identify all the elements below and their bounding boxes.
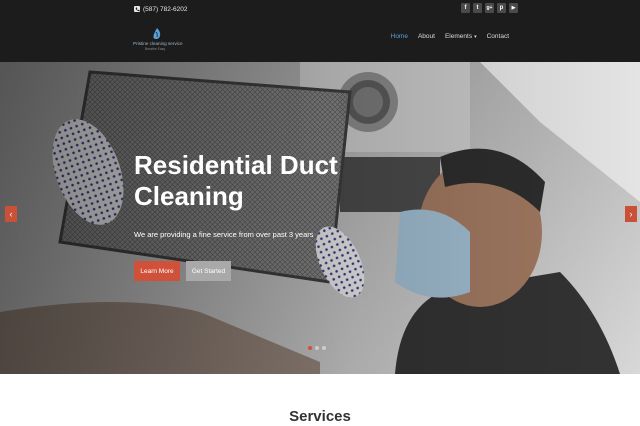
hero-subtitle: We are providing a fine service from ove… [134, 230, 314, 239]
hero-background-image [0, 62, 640, 374]
phone-number[interactable]: (587) 782-6202 [143, 6, 187, 13]
get-started-button[interactable]: Get Started [186, 261, 231, 281]
slider-dot[interactable] [308, 346, 312, 350]
facebook-icon[interactable]: f [461, 3, 470, 13]
nav-contact[interactable]: Contact [487, 33, 509, 40]
site-logo[interactable]: Pristine cleaning service Breathe Easy [133, 28, 183, 54]
top-bar: (587) 782-6202 f t g+ p ▶ [0, 0, 640, 18]
services-heading: Services [289, 408, 351, 425]
youtube-icon[interactable]: ▶ [509, 3, 518, 13]
slider-dot[interactable] [315, 346, 319, 350]
main-nav: Home About Elements ▾ Contact [391, 33, 509, 40]
slider-dot[interactable] [322, 346, 326, 350]
chevron-down-icon: ▾ [474, 33, 477, 40]
site-header: Pristine cleaning service Breathe Easy H… [0, 18, 640, 62]
nav-home[interactable]: Home [391, 33, 408, 40]
logo-tagline: Breathe Easy [144, 47, 166, 51]
slider-prev-button[interactable]: ‹ [5, 206, 17, 222]
pinterest-icon[interactable]: p [497, 3, 506, 13]
hero-slider: Residential Duct Cleaning We are providi… [0, 62, 640, 374]
twitter-icon[interactable]: t [473, 3, 482, 13]
nav-elements[interactable]: Elements ▾ [445, 33, 477, 40]
logo-name: Pristine cleaning service [133, 41, 183, 46]
logo-mark-icon [153, 28, 161, 39]
google-plus-icon[interactable]: g+ [485, 3, 494, 13]
phone-icon [134, 6, 140, 12]
nav-about[interactable]: About [418, 33, 435, 40]
chevron-right-icon: › [629, 209, 633, 219]
social-links: f t g+ p ▶ [461, 3, 518, 13]
phone-contact[interactable]: (587) 782-6202 [134, 4, 187, 14]
hero-title: Residential Duct Cleaning [134, 150, 338, 211]
slider-indicators [308, 346, 326, 350]
slider-next-button[interactable]: › [625, 206, 637, 222]
learn-more-button[interactable]: Learn More [134, 261, 180, 281]
chevron-left-icon: ‹ [9, 209, 13, 219]
